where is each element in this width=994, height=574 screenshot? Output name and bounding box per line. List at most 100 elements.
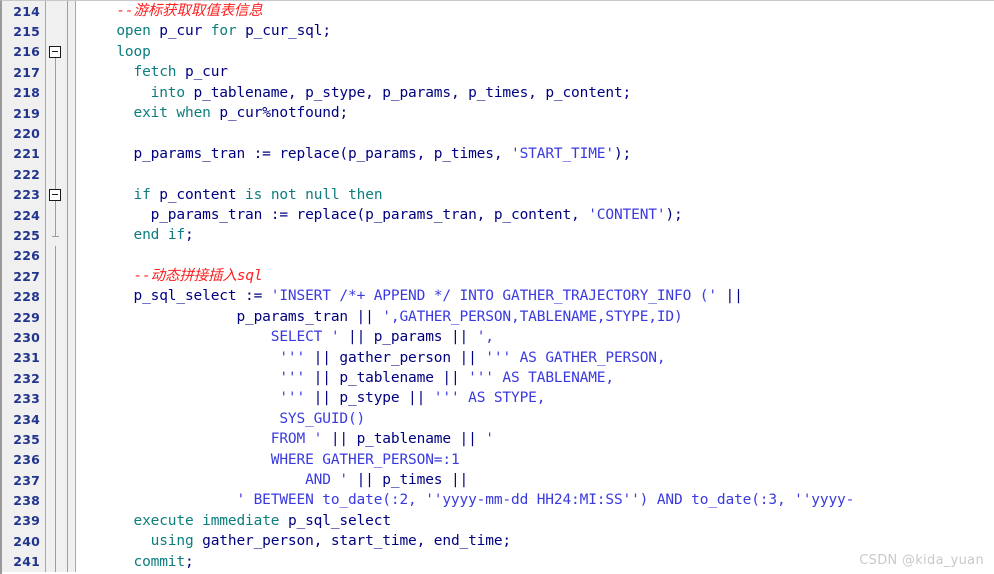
code-editor[interactable]: 214 --游标获取取值表信息 215 open p_cur for p_cur_… bbox=[0, 0, 994, 574]
fold-column[interactable] bbox=[46, 82, 76, 104]
code-text[interactable]: AND ' || p_times || bbox=[76, 470, 994, 490]
code-token-id: p_sql_select := bbox=[133, 288, 271, 305]
code-text[interactable]: end if; bbox=[76, 225, 994, 245]
code-token-kw: exit bbox=[133, 104, 168, 121]
fold-column[interactable] bbox=[46, 368, 76, 389]
code-token-id: || gather_person || bbox=[305, 349, 486, 366]
fold-column[interactable] bbox=[46, 184, 76, 206]
code-token-str: ''' bbox=[279, 349, 306, 366]
code-line: 223 if p_content is not null then bbox=[2, 184, 994, 206]
code-text[interactable]: open p_cur for p_cur_sql; bbox=[76, 21, 994, 41]
code-text[interactable]: execute immediate p_sql_select bbox=[76, 511, 994, 531]
code-text[interactable]: commit; bbox=[76, 552, 994, 572]
code-text[interactable]: FROM ' || p_tablename || ' bbox=[76, 429, 994, 449]
code-text[interactable]: p_params_tran := replace(p_params, p_tim… bbox=[76, 144, 994, 164]
fold-column[interactable] bbox=[46, 388, 76, 410]
code-token-id: p_cur_sql bbox=[245, 23, 323, 40]
fold-column[interactable] bbox=[46, 62, 76, 83]
code-text[interactable]: --动态拼接插入sql bbox=[76, 266, 994, 286]
code-token-id: p_params_tran := replace(p_params, p_tim… bbox=[133, 145, 511, 162]
fold-column[interactable] bbox=[46, 245, 76, 267]
code-token-id: p_cur bbox=[184, 64, 228, 81]
code-text[interactable]: SELECT ' || p_params || ', bbox=[76, 327, 994, 347]
fold-column[interactable] bbox=[46, 102, 76, 124]
fold-guide-line bbox=[55, 429, 56, 450]
code-text[interactable]: p_params_tran := replace(p_params_tran, … bbox=[76, 205, 994, 225]
code-text[interactable] bbox=[76, 123, 994, 143]
fold-guide-line bbox=[55, 62, 56, 83]
fold-guide-line bbox=[55, 388, 56, 409]
code-token-kw: then bbox=[348, 186, 383, 203]
fold-column[interactable] bbox=[46, 490, 76, 512]
code-token-id bbox=[82, 288, 133, 304]
code-text[interactable]: ' BETWEEN to_date(:2, ''yyyy-mm-dd HH24:… bbox=[76, 490, 994, 510]
code-text[interactable]: using gather_person, start_time, end_tim… bbox=[76, 531, 994, 551]
line-number: 230 bbox=[2, 327, 46, 348]
code-line: 229 p_params_tran || ',GATHER_PERSON,TAB… bbox=[2, 306, 994, 328]
line-number: 229 bbox=[2, 306, 46, 328]
fold-collapse-icon[interactable] bbox=[49, 45, 61, 58]
code-token-kw: commit bbox=[133, 553, 185, 570]
code-token-id bbox=[82, 329, 271, 345]
fold-column[interactable] bbox=[46, 225, 76, 247]
code-text[interactable]: p_sql_select := 'INSERT /*+ APPEND */ IN… bbox=[76, 286, 994, 306]
fold-guide-line bbox=[55, 164, 56, 185]
fold-column[interactable] bbox=[46, 204, 76, 226]
line-number: 237 bbox=[2, 469, 46, 491]
fold-column[interactable] bbox=[46, 551, 76, 573]
fold-column[interactable] bbox=[46, 306, 76, 328]
code-text[interactable]: loop bbox=[76, 42, 994, 62]
code-text[interactable]: --游标获取取值表信息 bbox=[76, 1, 994, 21]
fold-column[interactable] bbox=[46, 164, 76, 185]
fold-column[interactable] bbox=[46, 266, 76, 287]
code-text[interactable]: fetch p_cur bbox=[76, 62, 994, 82]
code-text[interactable]: p_params_tran || ',GATHER_PERSON,TABLENA… bbox=[76, 307, 994, 327]
fold-column[interactable] bbox=[46, 449, 76, 471]
code-token-id: ); bbox=[613, 145, 632, 162]
code-token-str: 'START_TIME' bbox=[511, 145, 614, 162]
code-token-kw: for bbox=[210, 23, 237, 40]
code-token-str: ''' AS TABLENAME, bbox=[468, 370, 614, 387]
code-token-str: ''' AS STYPE, bbox=[433, 390, 546, 407]
fold-column[interactable] bbox=[46, 469, 76, 491]
line-number: 227 bbox=[2, 266, 46, 287]
code-text[interactable]: SYS_GUID() bbox=[76, 409, 994, 429]
code-text[interactable]: if p_content is not null then bbox=[76, 185, 994, 205]
code-line: 222 bbox=[2, 164, 994, 185]
fold-column[interactable] bbox=[46, 143, 76, 165]
fold-collapse-icon[interactable] bbox=[49, 188, 61, 201]
code-token-id bbox=[82, 390, 279, 406]
fold-column[interactable] bbox=[46, 41, 76, 63]
code-text[interactable] bbox=[76, 164, 994, 184]
code-token-id: || p_tablename || bbox=[322, 431, 486, 448]
fold-column[interactable] bbox=[46, 327, 76, 349]
line-number: 226 bbox=[2, 245, 46, 267]
code-text[interactable]: ''' || p_tablename || ''' AS TABLENAME, bbox=[76, 368, 994, 388]
code-text[interactable]: ''' || gather_person || ''' AS GATHER_PE… bbox=[76, 348, 994, 368]
code-text[interactable]: into p_tablename, p_stype, p_params, p_t… bbox=[76, 83, 994, 103]
fold-guide-line bbox=[55, 143, 56, 165]
code-token-id bbox=[82, 452, 271, 468]
fold-column[interactable] bbox=[46, 123, 76, 145]
code-token-kw: not bbox=[270, 186, 297, 203]
code-text[interactable] bbox=[76, 246, 994, 266]
code-token-id bbox=[262, 187, 271, 203]
fold-guide-line bbox=[55, 490, 56, 511]
code-token-id bbox=[82, 64, 133, 80]
fold-column[interactable] bbox=[46, 347, 76, 369]
fold-column[interactable] bbox=[46, 408, 76, 430]
code-text[interactable]: exit when p_cur%notfound; bbox=[76, 103, 994, 123]
code-text[interactable]: ''' || p_stype || ''' AS STYPE, bbox=[76, 388, 994, 408]
fold-column[interactable] bbox=[46, 1, 76, 22]
code-token-id: p_content bbox=[150, 186, 246, 203]
fold-column[interactable] bbox=[46, 429, 76, 450]
fold-column[interactable] bbox=[46, 531, 76, 552]
fold-column[interactable] bbox=[46, 286, 76, 308]
code-token-id bbox=[151, 23, 160, 39]
fold-column[interactable] bbox=[46, 510, 76, 532]
line-number: 238 bbox=[2, 490, 46, 511]
fold-guide-line bbox=[55, 266, 56, 287]
fold-column[interactable] bbox=[46, 21, 76, 43]
code-text[interactable]: WHERE GATHER_PERSON=:1 bbox=[76, 450, 994, 470]
fold-guide-line bbox=[55, 408, 56, 430]
